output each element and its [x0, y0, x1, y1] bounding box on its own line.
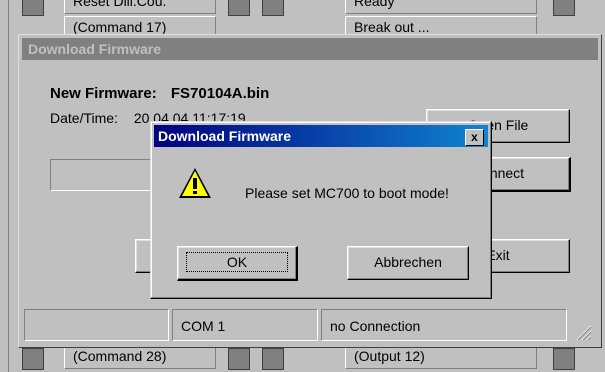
bg-square: [228, 0, 250, 16]
bg-square: [553, 348, 575, 370]
ok-button[interactable]: OK: [177, 246, 298, 281]
status-cell-connection: no Connection: [321, 309, 567, 341]
new-firmware-row: New Firmware: FS70104A.bin: [50, 85, 269, 102]
parent-title-bar: Download Firmware: [22, 38, 598, 60]
bg-cell-bottom-left: (Command 28): [64, 345, 216, 369]
status-connection: no Connection: [330, 318, 421, 334]
new-firmware-value: FS70104A.bin: [170, 85, 270, 102]
cancel-label: Abbrechen: [374, 254, 442, 270]
bg-square: [262, 348, 284, 370]
parent-title: Download Firmware: [28, 41, 162, 57]
bg-cell-bottom-right: (Output 12): [345, 345, 537, 369]
bg-square: [228, 348, 250, 370]
bg-cell-top-left: Reset Dill.Cou.: [64, 0, 216, 14]
modal-title: Download Firmware: [158, 128, 292, 144]
bg-top-right-text: Ready: [354, 0, 395, 9]
modal-message: Please set MC700 to boot mode!: [245, 185, 449, 201]
cancel-button[interactable]: Abbrechen: [347, 246, 469, 280]
bg-left-edge: [0, 0, 9, 372]
status-cell-empty: [24, 309, 169, 341]
status-cell-port: COM 1: [172, 309, 318, 341]
new-firmware-label: New Firmware:: [50, 85, 157, 102]
close-button[interactable]: x: [465, 129, 484, 146]
status-port: COM 1: [181, 318, 226, 334]
bg-bottom-left-text: (Command 28): [73, 348, 167, 364]
bg-second-right-text: Break out ...: [354, 19, 430, 35]
bg-square: [553, 0, 575, 16]
resize-grip-icon[interactable]: [574, 323, 592, 341]
ok-label: OK: [185, 252, 289, 272]
modal-title-bar: Download Firmware x: [154, 125, 488, 147]
bg-bottom-right-text: (Output 12): [354, 348, 425, 364]
bg-cell-top-right: Ready: [345, 0, 537, 14]
close-icon: x: [471, 130, 478, 144]
bg-top-left-text: Reset Dill.Cou.: [73, 0, 167, 9]
bg-square: [262, 0, 284, 16]
warning-icon: [177, 166, 213, 202]
modal-dialog: Download Firmware x Please set MC700 to …: [150, 121, 492, 299]
datetime-label: Date/Time:: [50, 110, 118, 126]
bg-square: [22, 0, 44, 16]
bg-second-left-text: (Command 17): [73, 19, 167, 35]
bg-square: [22, 348, 44, 370]
